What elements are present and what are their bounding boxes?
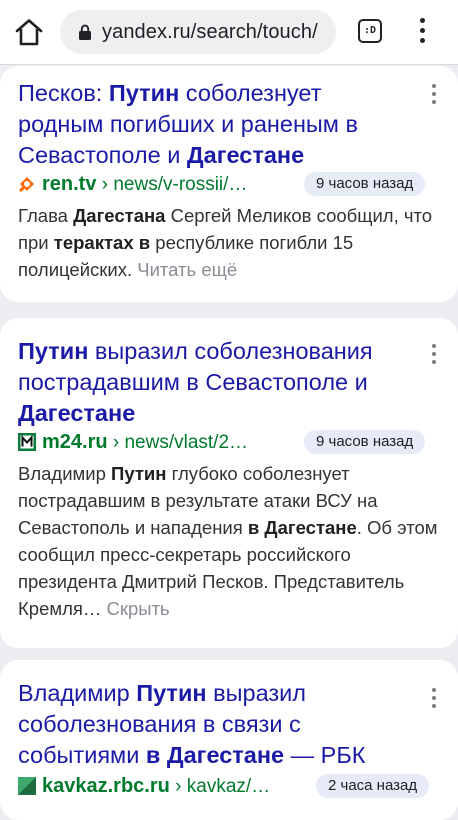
tabs-counter-icon[interactable]: :D xyxy=(358,19,382,43)
search-result-card: Владимир Путин выразил соболезнования в … xyxy=(0,660,458,820)
result-path: › kavkaz/… xyxy=(175,776,271,797)
overflow-menu-icon[interactable] xyxy=(418,18,426,46)
result-domain: kavkaz.rbc.ru xyxy=(42,775,170,797)
result-snippet: Глава Дагестана Сергей Меликов сообщил, … xyxy=(18,205,433,280)
result-path: › news/v-rossii/… xyxy=(101,174,248,195)
time-badge: 9 часов назад xyxy=(304,430,426,454)
lock-icon xyxy=(78,24,92,40)
result-source-line[interactable]: ren.tv › news/v-rossii/… 9 часов назад xyxy=(18,170,448,198)
more-options-icon[interactable] xyxy=(431,344,437,368)
result-domain: ren.tv xyxy=(42,173,97,195)
url-text: yandex.ru/search/touch/ xyxy=(102,21,318,43)
collapse-link[interactable]: Скрыть xyxy=(107,598,170,619)
result-title-link[interactable]: Песков: Путин соболезнует родным погибши… xyxy=(18,78,408,171)
search-result-card: Путин выразил соболезнования пострадавши… xyxy=(0,318,458,648)
result-path: › news/vlast/2… xyxy=(112,432,249,453)
browser-toolbar: yandex.ru/search/touch/ :D xyxy=(0,0,458,64)
result-source-line[interactable]: m24.ru › news/vlast/2… 9 часов назад xyxy=(18,428,448,456)
rbc-favicon xyxy=(18,776,36,795)
time-badge: 9 часов назад xyxy=(304,172,426,196)
result-title-link[interactable]: Путин выразил соболезнования пострадавши… xyxy=(18,336,408,429)
time-badge: 2 часа назад xyxy=(316,774,430,798)
ren-tv-favicon xyxy=(18,174,36,193)
result-domain: m24.ru xyxy=(42,431,108,453)
more-options-icon[interactable] xyxy=(431,688,437,712)
result-title-link[interactable]: Владимир Путин выразил соболезнования в … xyxy=(18,678,408,771)
home-icon[interactable] xyxy=(14,18,44,46)
result-source-line[interactable]: kavkaz.rbc.ru › kavkaz/… 2 часа назад xyxy=(18,772,448,800)
search-result-card: Песков: Путин соболезнует родным погибши… xyxy=(0,66,458,302)
address-bar[interactable]: yandex.ru/search/touch/ xyxy=(60,10,336,54)
m24-favicon xyxy=(18,432,36,451)
result-snippet: Владимир Путин глубоко соболезнует постр… xyxy=(18,463,438,619)
more-options-icon[interactable] xyxy=(431,84,437,108)
read-more-link[interactable]: Читать ещё xyxy=(137,259,237,280)
